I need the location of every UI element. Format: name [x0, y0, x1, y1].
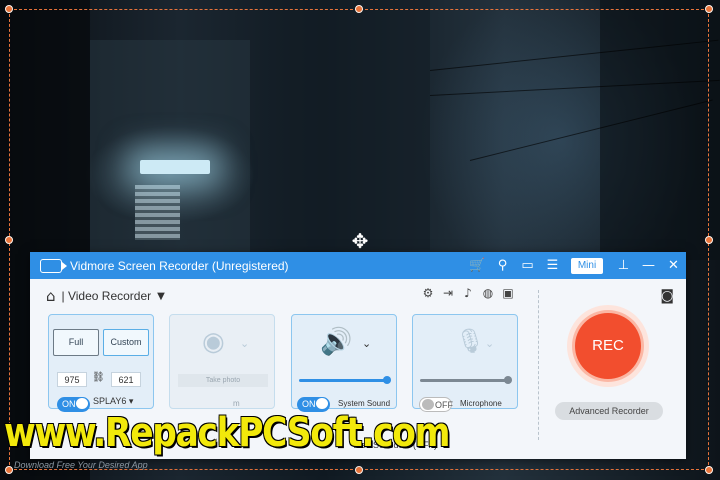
toggle-label: ON	[62, 399, 76, 409]
chevron-down-icon[interactable]: ⌄	[485, 337, 494, 350]
export-icon[interactable]: ⇥	[438, 286, 458, 300]
display-select-value: SPLAY6	[93, 396, 127, 406]
watermark-subtext: Download Free Your Desired App	[14, 460, 148, 470]
width-field[interactable]: 975	[57, 372, 87, 387]
webcam-label: m	[233, 399, 240, 408]
resize-handle-bottom-left[interactable]	[5, 466, 13, 474]
microphone-icon[interactable]: 🎙	[455, 327, 485, 355]
menu-icon[interactable]: ☰	[540, 258, 565, 273]
height-field[interactable]: 621	[111, 372, 141, 387]
mode-selector[interactable]: ⌂ | Video Recorder ▼	[46, 287, 165, 305]
system-sound-panel: 🔊 ⌄ ON System Sound	[291, 314, 397, 412]
mouse-icon[interactable]: ◍	[478, 286, 498, 300]
settings-icon[interactable]: ⚙	[418, 286, 438, 300]
resize-handle-left[interactable]	[5, 236, 13, 244]
slider-knob[interactable]	[504, 376, 512, 384]
full-button[interactable]: Full	[53, 329, 99, 356]
microphone-label: Microphone	[460, 399, 502, 408]
resize-handle-bottom-right[interactable]	[705, 466, 713, 474]
key-icon[interactable]: ⚲	[490, 258, 515, 273]
mini-button[interactable]: Mini	[571, 257, 603, 274]
speaker-icon[interactable]: 🔊	[320, 327, 352, 357]
resize-handle-top-right[interactable]	[705, 5, 713, 13]
link-icon[interactable]: ⛓	[92, 372, 105, 383]
advanced-recorder-button[interactable]: Advanced Recorder	[555, 402, 663, 420]
pin-icon[interactable]: ⊥	[611, 258, 636, 273]
display-panel: Full Custom 975 ⛓ 621 ON	[48, 314, 154, 412]
message-icon[interactable]: ▭	[515, 258, 540, 273]
microphone-slider[interactable]	[420, 376, 512, 384]
resize-handle-right[interactable]	[705, 236, 713, 244]
home-icon[interactable]: ⌂	[46, 287, 56, 305]
toggle-label: OFF	[435, 400, 453, 410]
display-select[interactable]: SPLAY6 ▾	[93, 396, 133, 407]
close-icon[interactable]: ✕	[661, 258, 686, 273]
toggle-knob	[316, 398, 328, 409]
take-photo-button[interactable]: Take photo	[178, 374, 268, 387]
window-title: Vidmore Screen Recorder (Unregistered)	[70, 258, 289, 273]
webcam-icon[interactable]: ◉	[202, 327, 225, 357]
screenshot-camera-icon[interactable]: ◙	[660, 288, 674, 304]
webcam-panel: ◉ ⌄ Take photo m	[169, 314, 275, 409]
toolbar: ⚙ ⇥ ♪ ◍ ▣	[418, 286, 518, 300]
watermark-text: www.RepackPCSoft.com	[4, 410, 450, 456]
mode-label: | Video Recorder	[61, 289, 152, 303]
divider	[538, 290, 539, 440]
microphone-panel: 🎙 ⌄ OFF Microphone	[412, 314, 518, 412]
resize-handle-bottom[interactable]	[355, 466, 363, 474]
resize-handle-top-left[interactable]	[5, 5, 13, 13]
fps-icon[interactable]: ▣	[498, 286, 518, 300]
toggle-knob	[422, 399, 434, 410]
chevron-down-icon[interactable]: ⌄	[240, 337, 249, 350]
rec-button[interactable]: REC	[575, 313, 641, 379]
chevron-down-icon: ▼	[157, 290, 165, 302]
slider-knob[interactable]	[383, 376, 391, 384]
resize-handle-top[interactable]	[355, 5, 363, 13]
audio-icon[interactable]: ♪	[458, 286, 478, 300]
minimize-icon[interactable]: —	[636, 258, 661, 273]
toggle-label: ON	[302, 399, 316, 409]
chevron-down-icon[interactable]: ⌄	[362, 337, 371, 350]
toggle-knob	[76, 398, 88, 409]
camera-logo-icon	[40, 258, 67, 273]
move-cursor-icon[interactable]: ✥	[349, 230, 371, 252]
titlebar: Vidmore Screen Recorder (Unregistered) 🛒…	[30, 252, 686, 279]
cart-icon[interactable]: 🛒	[465, 258, 490, 273]
system-sound-slider[interactable]	[299, 376, 391, 384]
custom-button[interactable]: Custom	[103, 329, 149, 356]
system-sound-label: System Sound	[338, 399, 391, 408]
